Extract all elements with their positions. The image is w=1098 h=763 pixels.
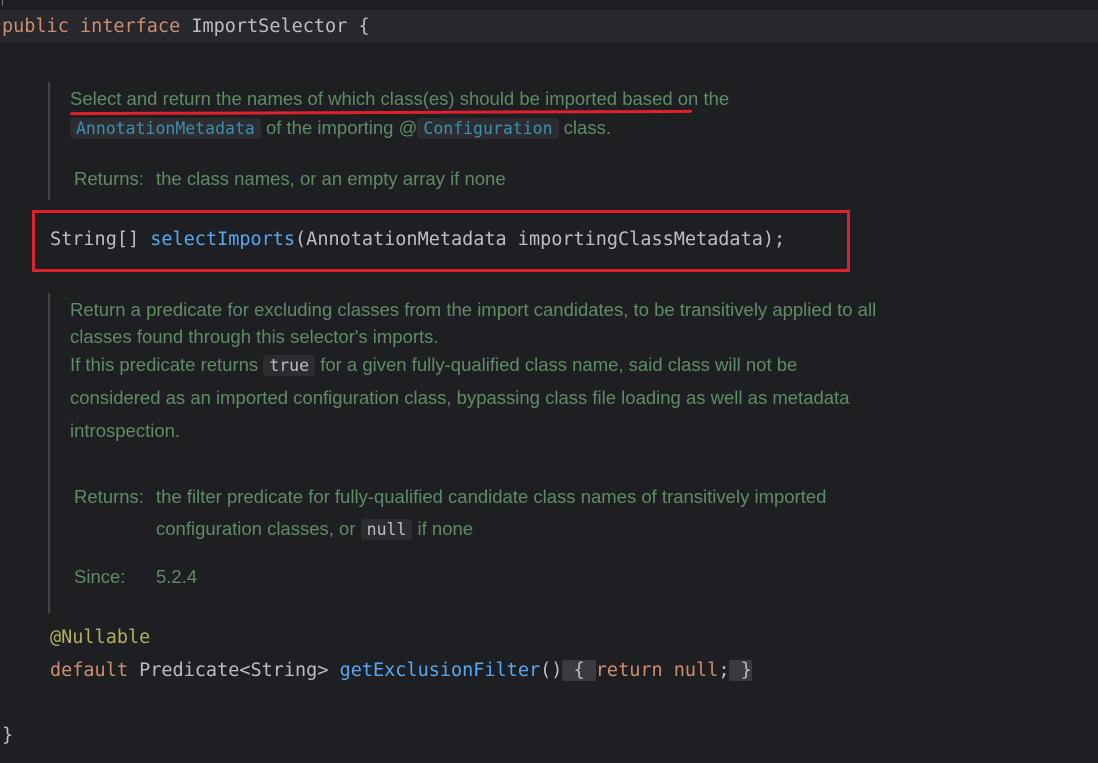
doc2-returns-label: Returns: bbox=[74, 486, 144, 507]
doc1-returns-label: Returns: bbox=[74, 168, 144, 189]
keyword-interface: interface bbox=[79, 16, 181, 37]
doc1-line1: Select and return the names of which cla… bbox=[70, 88, 730, 109]
doc2-line4: considered as an imported configuration … bbox=[70, 387, 850, 408]
folded-open-brace[interactable]: { bbox=[562, 660, 596, 681]
doc2-line2: classes found through this selector's im… bbox=[70, 326, 439, 347]
javadoc-exclusion-filter: Return a predicate for excluding classes… bbox=[48, 293, 1010, 613]
doc2-line1: Return a predicate for excluding classes… bbox=[70, 299, 877, 320]
folded-close-brace[interactable]: } bbox=[729, 660, 752, 681]
doc2-since-value: 5.2.4 bbox=[156, 566, 198, 587]
get-exclusion-filter-method[interactable]: default Predicate<String> getExclusionFi… bbox=[50, 658, 752, 684]
closing-brace: } bbox=[2, 725, 14, 746]
predicate-type: Predicate<String> bbox=[139, 660, 329, 681]
doc1-returns-text: the class names, or an empty array if no… bbox=[156, 168, 506, 189]
interface-name: ImportSelector bbox=[191, 16, 348, 37]
javadoc-select-imports: Select and return the names of which cla… bbox=[48, 82, 830, 200]
keyword-default: default bbox=[50, 660, 128, 681]
open-brace: { bbox=[358, 16, 370, 37]
doc2-line3: If this predicate returns true for a giv… bbox=[70, 354, 798, 376]
doc2-line5: introspection. bbox=[70, 420, 181, 441]
configuration-link[interactable]: Configuration bbox=[417, 118, 559, 139]
interface-declaration[interactable]: public interface ImportSelector { bbox=[2, 14, 370, 40]
method-name-get-exclusion-filter[interactable]: getExclusionFilter bbox=[340, 660, 540, 681]
annotation-metadata-link[interactable]: AnnotationMetadata bbox=[70, 118, 261, 139]
null-code: null bbox=[360, 519, 413, 540]
doc1-line2: AnnotationMetadata of the importing @ Con… bbox=[70, 117, 611, 139]
red-box-annotation bbox=[32, 210, 850, 272]
gutter-tick bbox=[2, 0, 3, 6]
doc2-since-label: Since: bbox=[74, 566, 126, 587]
nullable-annotation[interactable]: @Nullable bbox=[50, 625, 150, 651]
doc2-returns-line2: configuration classes, or null if none bbox=[156, 518, 474, 540]
doc2-returns-line1: the filter predicate for fully-qualified… bbox=[156, 486, 827, 507]
keyword-public: public bbox=[2, 16, 69, 37]
code-editor[interactable]: public interface ImportSelector { Select… bbox=[0, 0, 1098, 763]
true-code: true bbox=[263, 355, 316, 376]
